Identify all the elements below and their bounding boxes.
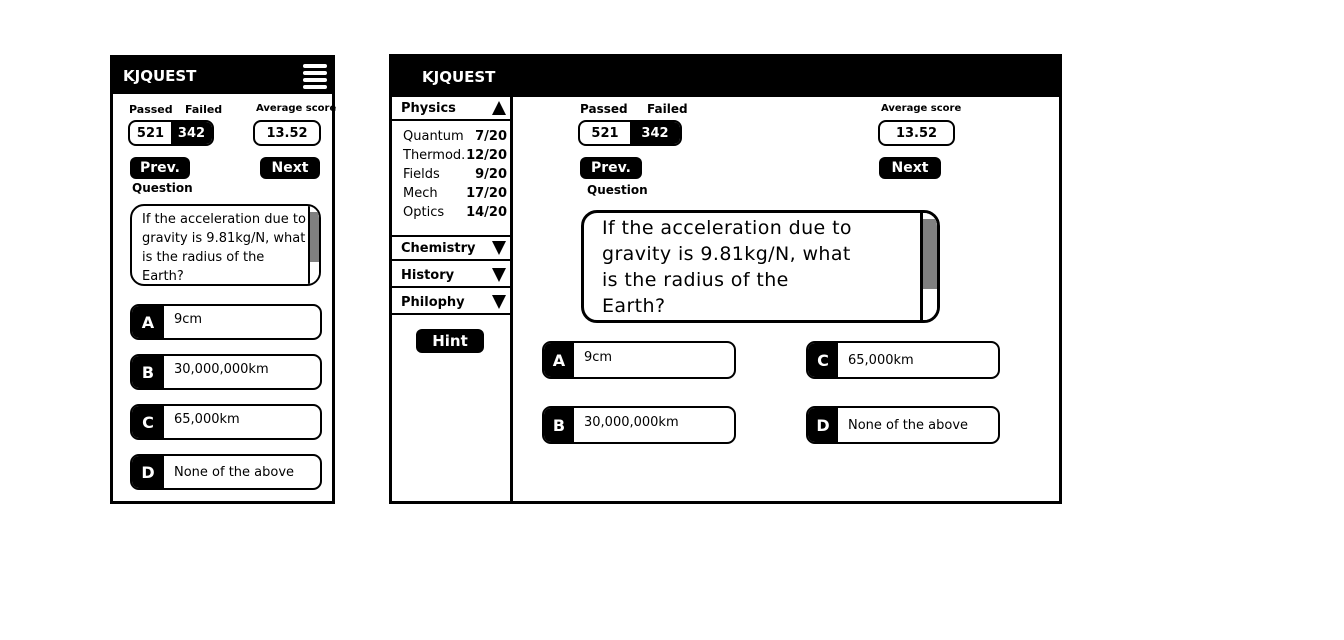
answer-letter: C <box>132 406 164 438</box>
subcategory-optics[interactable]: Optics 14/20 <box>403 205 507 220</box>
question-label: Question <box>587 183 648 197</box>
answer-option-d[interactable]: D None of the above <box>806 406 1000 444</box>
passed-failed-counter: 521 342 <box>128 120 214 146</box>
question-scrollbar[interactable] <box>308 206 319 284</box>
answer-letter: A <box>544 343 574 377</box>
category-philosophy[interactable]: Philophy <box>392 291 510 315</box>
average-score-label: Average score <box>256 103 337 114</box>
expand-triangle-icon[interactable] <box>492 241 506 255</box>
answer-text: 30,000,000km <box>174 361 269 377</box>
answer-letter: A <box>132 306 164 338</box>
subcategory-fields[interactable]: Fields 9/20 <box>403 167 507 182</box>
answer-option-a[interactable]: A 9cm <box>542 341 736 379</box>
prev-button[interactable]: Prev. <box>580 157 642 179</box>
desktop-frame: KJQUEST Physics Quantum 7/20 Thermod. 12… <box>389 54 1062 504</box>
category-sidebar: Physics Quantum 7/20 Thermod. 12/20 Fiel… <box>392 97 513 501</box>
question-box: If the acceleration due to gravity is 9.… <box>130 204 321 286</box>
answer-option-c[interactable]: C 65,000km <box>130 404 322 440</box>
failed-count: 342 <box>630 122 680 144</box>
category-chemistry[interactable]: Chemistry <box>392 237 510 261</box>
passed-count: 521 <box>136 125 165 141</box>
answer-option-b[interactable]: B 30,000,000km <box>130 354 322 390</box>
answer-option-d[interactable]: D None of the above <box>130 454 322 490</box>
next-button[interactable]: Next <box>879 157 941 179</box>
question-text: If the acceleration due to gravity is 9.… <box>602 217 852 317</box>
subcategory-quantum[interactable]: Quantum 7/20 <box>403 129 507 144</box>
next-button[interactable]: Next <box>260 157 320 179</box>
scrollbar-thumb[interactable] <box>923 219 937 289</box>
answer-text: 9cm <box>584 349 613 365</box>
expand-triangle-icon[interactable] <box>492 295 506 309</box>
answer-letter: B <box>544 408 574 442</box>
answer-letter: D <box>808 408 838 442</box>
prev-button[interactable]: Prev. <box>130 157 190 179</box>
passed-label: Passed <box>129 103 173 116</box>
hamburger-menu-icon[interactable] <box>303 63 327 89</box>
failed-count: 342 <box>171 122 212 144</box>
average-score-value: 13.52 <box>253 120 321 146</box>
passed-label: Passed <box>580 102 628 116</box>
answer-text: None of the above <box>848 417 969 433</box>
question-box: If the acceleration due to gravity is 9.… <box>581 210 940 323</box>
answer-option-b[interactable]: B 30,000,000km <box>542 406 736 444</box>
subcategory-thermodynamics[interactable]: Thermod. 12/20 <box>403 148 507 163</box>
question-scrollbar[interactable] <box>920 213 937 320</box>
desktop-header: KJQUEST <box>392 57 1059 97</box>
category-physics[interactable]: Physics <box>392 97 510 121</box>
answer-text: None of the above <box>174 464 295 480</box>
passed-count: 521 <box>591 125 619 141</box>
question-label: Question <box>132 181 193 195</box>
answer-text: 65,000km <box>174 411 240 427</box>
hint-button[interactable]: Hint <box>416 329 484 353</box>
average-score-value: 13.52 <box>878 120 955 146</box>
answer-letter: C <box>808 343 838 377</box>
collapse-triangle-icon[interactable] <box>492 101 506 115</box>
category-history[interactable]: History <box>392 264 510 288</box>
answer-text: 65,000km <box>848 352 914 368</box>
average-score-label: Average score <box>881 103 962 114</box>
subcategory-mechanics[interactable]: Mech 17/20 <box>403 186 507 201</box>
answer-letter: D <box>132 456 164 488</box>
answer-letter: B <box>132 356 164 388</box>
failed-label: Failed <box>185 103 223 116</box>
expand-triangle-icon[interactable] <box>492 268 506 282</box>
passed-failed-counter: 521 342 <box>578 120 682 146</box>
answer-option-c[interactable]: C 65,000km <box>806 341 1000 379</box>
answer-text: 9cm <box>174 311 203 327</box>
app-title: KJQUEST <box>422 68 496 86</box>
answer-option-a[interactable]: A 9cm <box>130 304 322 340</box>
failed-label: Failed <box>647 102 688 116</box>
question-text: If the acceleration due to gravity is 9.… <box>142 212 306 284</box>
mobile-header: KJQUEST <box>113 58 332 94</box>
answer-text: 30,000,000km <box>584 414 679 430</box>
scrollbar-thumb[interactable] <box>310 212 319 262</box>
app-title: KJQUEST <box>123 67 197 85</box>
mobile-frame: KJQUEST Passed Failed Average score 521 … <box>110 55 337 504</box>
